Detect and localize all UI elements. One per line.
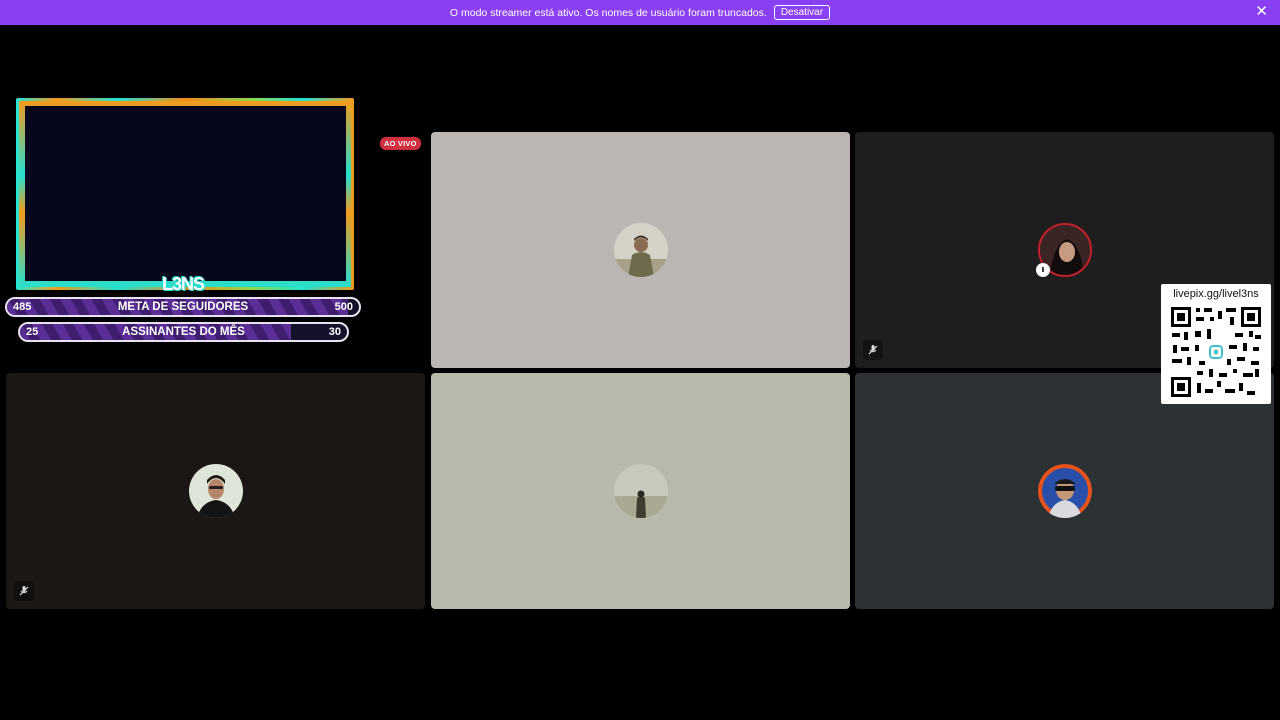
video-tile-participant-5[interactable] xyxy=(855,373,1274,609)
avatar xyxy=(613,464,668,518)
subscribers-target: 30 xyxy=(328,326,341,338)
subscribers-goal-label: ASSINANTES DO MÊS xyxy=(122,326,245,338)
livepix-qr-panel: livepix.gg/livel3ns xyxy=(1161,284,1271,404)
video-tile-participant-3[interactable] xyxy=(6,373,425,609)
qr-url: livepix.gg/livel3ns xyxy=(1173,288,1259,300)
close-icon[interactable]: ✕ xyxy=(1255,4,1268,20)
followers-goal-bar: 485 META DE SEGUIDORES 500 xyxy=(5,297,361,317)
avatar xyxy=(188,464,243,518)
qr-code-icon xyxy=(1171,307,1261,397)
subscribers-goal-bar: 25 ASSINANTES DO MÊS 30 xyxy=(18,322,349,342)
mic-muted-icon xyxy=(863,340,883,360)
brand-logo: L3NS xyxy=(162,274,205,294)
streamer-mode-message: O modo streamer está ativo. Os nomes de … xyxy=(449,6,767,19)
streamer-mode-banner: O modo streamer está ativo. Os nomes de … xyxy=(0,0,1280,25)
followers-target: 500 xyxy=(334,301,353,313)
video-tile-participant-1[interactable] xyxy=(431,132,850,368)
stream-overlay-frame: L3NS xyxy=(16,98,354,294)
status-icon xyxy=(1036,263,1050,277)
avatar xyxy=(1037,464,1092,518)
avatar xyxy=(613,223,668,277)
overlay-screen xyxy=(25,106,346,281)
video-tile-participant-4[interactable] xyxy=(431,373,850,609)
mic-muted-icon xyxy=(14,581,34,601)
disable-streamer-mode-button[interactable]: Desativar xyxy=(773,5,831,20)
live-badge: AO VIVO xyxy=(380,137,421,150)
followers-goal-label: META DE SEGUIDORES xyxy=(117,301,249,313)
